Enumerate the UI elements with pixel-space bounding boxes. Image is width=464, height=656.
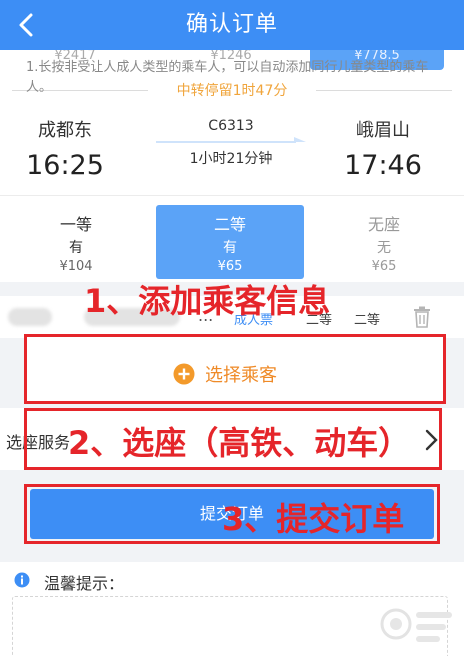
- arrival-time: 17:46: [344, 150, 422, 181]
- trip-duration: 1小时21分钟: [189, 151, 273, 167]
- seat-option-name: 一等: [59, 215, 92, 234]
- seat-option-name: 无座: [367, 215, 400, 234]
- tips-text: 1.长按非受让人成人类型的乘车人，可以自动添加同行儿童类型的乘车人。: [26, 60, 429, 95]
- annotation-step2: 2、选座（高铁、动车）: [68, 424, 411, 462]
- seat-option-name: 二等: [213, 215, 246, 234]
- select-passenger-button[interactable]: 选择乘客: [24, 334, 446, 404]
- seat-option-availability: 有: [223, 240, 237, 256]
- train-number: C6313: [208, 118, 254, 134]
- seat-option-price: ¥104: [59, 259, 93, 274]
- info-icon: [14, 572, 30, 588]
- annotation-step3: 3、提交订单: [222, 500, 405, 538]
- seat-option-price: ¥65: [371, 259, 397, 274]
- page-title: 确认订单: [185, 12, 278, 37]
- route-arrow-icon: [156, 137, 306, 143]
- passenger-seat-class-2: 二等: [354, 313, 381, 328]
- chevron-right-icon: [425, 429, 438, 451]
- watermark-logo-icon: [380, 608, 452, 642]
- seat-option-availability: 有: [69, 240, 83, 256]
- annotation-step1: 1、添加乘客信息: [84, 282, 331, 320]
- seat-option-availability: 无: [377, 240, 391, 256]
- departure-time: 16:25: [26, 150, 104, 181]
- departure-station: 成都东: [38, 120, 92, 141]
- seat-option-second-class[interactable]: 二等 有 ¥65: [156, 205, 304, 279]
- passenger-name-redacted: [8, 308, 52, 326]
- seat-option-standing[interactable]: 无座 无 ¥65: [310, 205, 458, 279]
- trash-icon[interactable]: [412, 306, 432, 328]
- tips-title: 温馨提示：: [44, 574, 125, 593]
- select-passenger-label: 选择乘客: [205, 365, 277, 386]
- card-divider: [0, 195, 464, 196]
- arrival-station: 峨眉山: [356, 120, 410, 141]
- plus-circle-icon: [173, 363, 195, 385]
- seat-option-first-class[interactable]: 一等 有 ¥104: [2, 205, 150, 279]
- seat-option-price: ¥65: [217, 259, 243, 274]
- app-header: 确认订单: [0, 0, 464, 50]
